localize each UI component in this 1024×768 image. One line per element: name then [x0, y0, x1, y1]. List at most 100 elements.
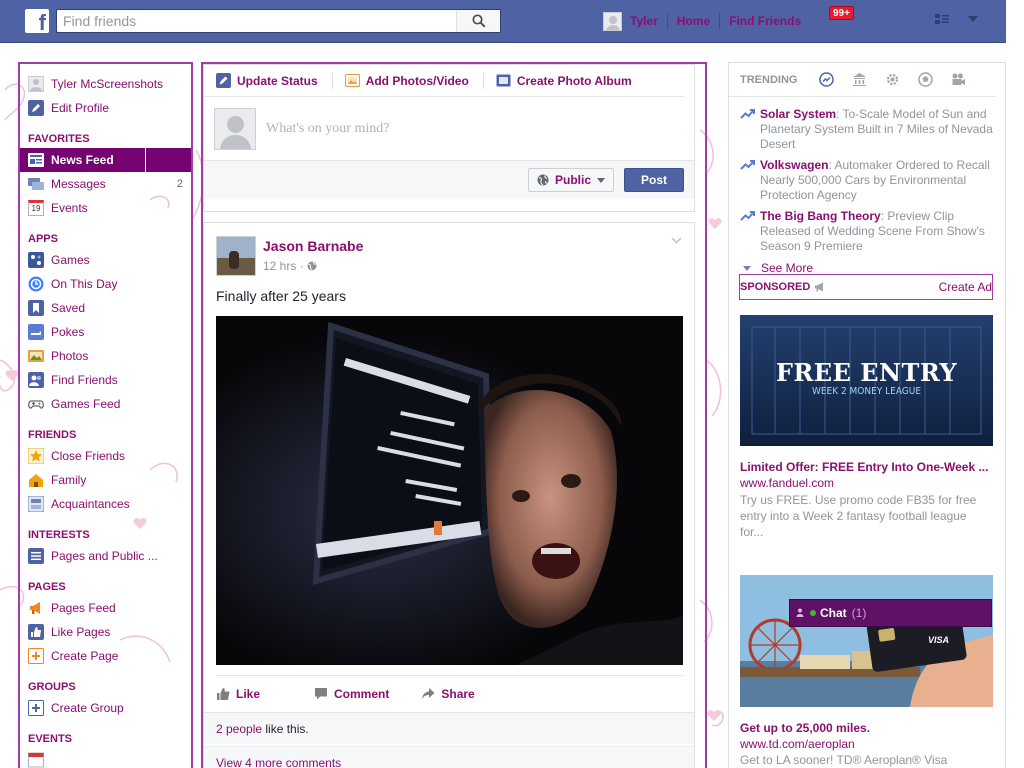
tab-create-photo-album[interactable]: Create Photo Album: [496, 73, 632, 88]
ad-url[interactable]: www.td.com/aeroplan: [740, 737, 855, 751]
sidebar-item-create-event[interactable]: [20, 748, 191, 768]
ad-title[interactable]: Get up to 25,000 miles.: [740, 721, 993, 735]
share-label: Share: [441, 686, 475, 701]
trending-heading: TRENDING: [740, 73, 798, 86]
ad-image-headline: FREE ENTRY: [775, 358, 958, 387]
sidebar-item-acquaintances[interactable]: Acquaintances: [20, 492, 191, 516]
game-controller-icon: [28, 400, 44, 409]
tab-add-photos-video[interactable]: Add Photos/Video: [344, 73, 469, 88]
privacy-shortcuts-icon[interactable]: [934, 13, 950, 25]
trending-arrow-icon: [740, 109, 755, 119]
sidebar-item-edit-profile[interactable]: Edit Profile: [20, 96, 191, 120]
sidebar-item-label: Pages and Public ...: [51, 549, 158, 563]
like-button[interactable]: Like: [216, 687, 260, 701]
post-author-name[interactable]: Jason Barnabe: [263, 238, 363, 254]
sidebar-item-label: Photos: [51, 349, 89, 363]
sidebar-item-photos[interactable]: Photos: [20, 344, 191, 368]
find-friends-icon: [28, 372, 44, 388]
sidebar-item-label: Close Friends: [51, 449, 126, 463]
sidebar-item-messages[interactable]: Messages 2: [20, 172, 191, 196]
search-button[interactable]: [456, 10, 500, 32]
account-menu-chevron-icon[interactable]: [968, 16, 978, 22]
post-author-avatar[interactable]: [216, 236, 256, 276]
user-avatar[interactable]: [603, 11, 622, 31]
trending-text: Solar System: To-Scale Model of Sun and …: [760, 107, 995, 152]
events-heading: EVENTS: [28, 733, 73, 745]
post-photo[interactable]: [216, 316, 683, 665]
sports-ball-icon[interactable]: [918, 72, 934, 87]
ad-image-subline: WEEK 2 MONEY LEAGUE: [811, 386, 922, 397]
sidebar-item-pokes[interactable]: Pokes: [20, 320, 191, 344]
sidebar-profile-link[interactable]: Tyler McScreenshots: [20, 72, 191, 96]
share-button[interactable]: Share: [421, 686, 475, 701]
sidebar-item-create-group[interactable]: Create Group: [20, 696, 191, 720]
sidebar-item-family[interactable]: Family: [20, 468, 191, 492]
sidebar-item-pages-and-public[interactable]: Pages and Public ...: [20, 544, 191, 568]
science-gear-icon[interactable]: [885, 72, 900, 87]
notification-badge[interactable]: 99+: [829, 6, 854, 20]
news-feed-icon: [28, 153, 44, 167]
trending-title[interactable]: Solar System: [760, 107, 836, 121]
trending-title[interactable]: The Big Bang Theory: [760, 209, 881, 223]
sidebar-item-label: Family: [51, 473, 87, 487]
trending-title[interactable]: Volkswagen: [760, 158, 828, 172]
ad-title[interactable]: Limited Offer: FREE Entry Into One-Week …: [740, 460, 993, 474]
home-link[interactable]: Home: [677, 14, 710, 28]
sidebar-item-on-this-day[interactable]: On This Day: [20, 272, 191, 296]
messages-count: 2: [176, 178, 183, 190]
likes-people-link[interactable]: 2 people: [216, 722, 262, 736]
tab-label: Update Status: [237, 73, 318, 88]
sidebar-item-create-page[interactable]: Create Page: [20, 644, 191, 668]
ad-image-td-aeroplan[interactable]: VISA: [740, 575, 993, 707]
sidebar-item-saved[interactable]: Saved: [20, 296, 191, 320]
chat-tab[interactable]: Chat (1): [789, 599, 992, 627]
find-friends-link[interactable]: Find Friends: [729, 14, 801, 28]
view-more-comments-link[interactable]: View 4 more comments: [204, 746, 694, 768]
favorites-heading: FAVORITES: [28, 133, 90, 145]
share-arrow-icon: [422, 687, 435, 699]
trending-item[interactable]: The Big Bang Theory: Preview Clip Releas…: [729, 203, 1005, 254]
see-more-trending-link[interactable]: See More: [729, 254, 1005, 275]
trending-top-icon[interactable]: [819, 72, 835, 87]
left-sidebar: Tyler McScreenshots Edit Profile FAVORIT…: [20, 64, 191, 768]
post-action-bar: Like Comment Share: [216, 675, 683, 711]
sidebar-item-news-feed[interactable]: News Feed: [20, 148, 191, 172]
post-options-chevron-icon[interactable]: [671, 237, 682, 244]
ad-image-fanduel[interactable]: FREE ENTRY WEEK 2 MONEY LEAGUE: [740, 315, 993, 446]
friends-heading: FRIENDS: [28, 429, 77, 441]
search-input[interactable]: [57, 10, 447, 32]
on-this-day-icon: [28, 276, 44, 292]
ad-url[interactable]: www.fanduel.com: [740, 476, 834, 490]
sidebar-item-like-pages[interactable]: Like Pages: [20, 620, 191, 644]
bookmark-icon: [28, 300, 44, 316]
sidebar-item-label: Create Page: [51, 649, 119, 663]
ad-body: Get to LA sooner! TD® Aeroplan® Visa: [740, 753, 948, 767]
sidebar-item-events[interactable]: 19 Events: [20, 196, 191, 220]
composer-input-area[interactable]: What's on your mind?: [204, 97, 694, 161]
groups-heading: GROUPS: [28, 681, 76, 693]
trending-text: The Big Bang Theory: Preview Clip Releas…: [760, 209, 995, 254]
sidebar-item-games-feed[interactable]: Games Feed: [20, 392, 191, 416]
privacy-selector-button[interactable]: Public: [527, 168, 614, 192]
sidebar-item-pages-feed[interactable]: Pages Feed: [20, 596, 191, 620]
sidebar-item-games[interactable]: Games: [20, 248, 191, 272]
comment-button[interactable]: Comment: [314, 687, 389, 701]
sidebar-item-close-friends[interactable]: Close Friends: [20, 444, 191, 468]
composer-placeholder[interactable]: What's on your mind?: [266, 121, 389, 137]
politics-building-icon[interactable]: [852, 72, 867, 87]
tab-update-status[interactable]: Update Status: [216, 73, 318, 88]
trending-item[interactable]: Volkswagen: Automaker Ordered to Recall …: [729, 152, 1005, 203]
create-ad-link[interactable]: Create Ad: [939, 280, 992, 294]
sidebar-item-label: Like Pages: [51, 625, 111, 639]
post-button[interactable]: Post: [624, 168, 684, 192]
composer-footer: Public Post: [204, 161, 694, 199]
post-meta: 12 hrs ·: [263, 259, 317, 273]
trending-item[interactable]: Solar System: To-Scale Model of Sun and …: [729, 101, 1005, 152]
chat-people-icon: [796, 608, 804, 617]
post-timestamp[interactable]: 12 hrs: [263, 259, 296, 273]
entertainment-camera-icon[interactable]: [951, 72, 966, 87]
user-profile-link[interactable]: Tyler: [630, 14, 658, 28]
facebook-logo-icon[interactable]: f: [25, 9, 49, 33]
profile-name: Tyler McScreenshots: [51, 77, 164, 91]
sidebar-item-find-friends[interactable]: Find Friends: [20, 368, 191, 392]
